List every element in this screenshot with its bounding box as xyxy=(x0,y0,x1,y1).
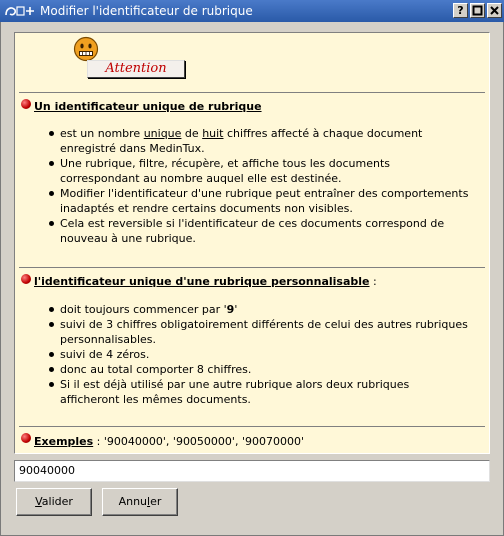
maximize-button[interactable] xyxy=(470,3,485,18)
bullet-icon xyxy=(49,131,54,136)
list-item: Modifier l'identificateur d'une rubrique… xyxy=(60,187,469,200)
list-item: est un nombre unique de huit chiffres af… xyxy=(60,127,423,140)
list-item: suivi de 3 chiffres obligatoirement diff… xyxy=(60,318,468,331)
attention-label: Attention xyxy=(87,60,185,78)
separator xyxy=(19,267,485,268)
bullet-icon xyxy=(49,352,54,357)
info-panel: Attention Un identificateur unique de ru… xyxy=(14,32,490,454)
examples-line: Exemples : '90040000', '90050000', '9007… xyxy=(34,435,304,448)
red-bullet-icon xyxy=(21,433,31,443)
rubric-id-input[interactable]: 90040000 xyxy=(14,460,490,482)
window-title: Modifier l'identificateur de rubrique xyxy=(40,4,253,18)
smiley-icon xyxy=(73,36,99,62)
list-item: suivi de 4 zéros. xyxy=(60,348,150,361)
section-heading-custom-id: l'identificateur unique d'une rubrique p… xyxy=(34,275,377,288)
help-button[interactable]: ? xyxy=(453,3,468,18)
red-bullet-icon xyxy=(21,99,31,109)
close-button[interactable] xyxy=(487,3,502,18)
red-bullet-icon xyxy=(21,274,31,284)
close-icon xyxy=(490,6,499,15)
title-bar[interactable]: Modifier l'identificateur de rubrique ? xyxy=(0,0,504,22)
separator xyxy=(19,426,485,427)
section-heading-unique-id: Un identificateur unique de rubrique xyxy=(34,100,262,113)
bullet-icon xyxy=(49,221,54,226)
list-item-continuation: nouveau à une rubrique. xyxy=(60,232,196,245)
bullet-icon xyxy=(49,191,54,196)
cancel-button[interactable]: Annuler xyxy=(102,488,178,516)
list-item-continuation: personnalisables. xyxy=(60,333,157,346)
bullet-icon xyxy=(49,367,54,372)
bullet-icon xyxy=(49,322,54,327)
window-menu-icon[interactable] xyxy=(4,4,38,18)
list-item: Si il est déjà utilisé par une autre rub… xyxy=(60,378,410,391)
list-item: doit toujours commencer par '9' xyxy=(60,303,238,316)
bullet-icon xyxy=(49,161,54,166)
list-item: donc au total comporter 8 chiffres. xyxy=(60,363,252,376)
bullet-icon xyxy=(49,382,54,387)
list-item-continuation: afficheront les mêmes documents. xyxy=(60,393,251,406)
maximize-icon xyxy=(472,5,483,16)
list-item: Cela est reversible si l'identificateur … xyxy=(60,217,445,230)
list-item-continuation: inadaptés et rendre certains documents n… xyxy=(60,202,353,215)
list-item-continuation: enregistré dans MedinTux. xyxy=(60,142,205,155)
separator xyxy=(19,92,485,93)
list-item: Une rubrique, filtre, récupère, et affic… xyxy=(60,157,391,170)
bullet-icon xyxy=(49,307,54,312)
validate-button[interactable]: Valider xyxy=(16,488,92,516)
list-item-continuation: correspondant au nombre auquel elle est … xyxy=(60,172,342,185)
